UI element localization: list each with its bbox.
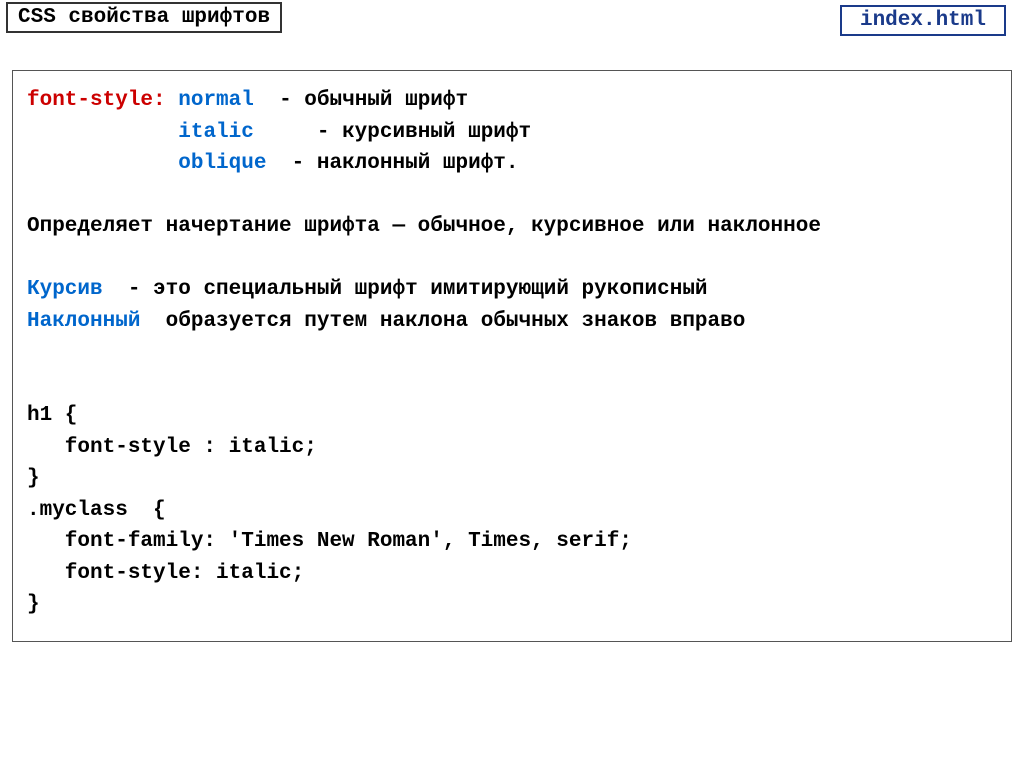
code-line: h1 { — [27, 404, 77, 427]
css-value-oblique: oblique — [178, 152, 266, 175]
code-line: font-family: 'Times New Roman', Times, s… — [27, 530, 632, 553]
code-line: font-style : italic; — [27, 436, 317, 459]
term-desc: образуется путем наклона обычных знаков … — [166, 310, 746, 333]
term-italic: Курсив — [27, 278, 103, 301]
value-desc: - обычный шрифт — [279, 89, 468, 112]
term-desc: - это специальный шрифт имитирующий руко… — [128, 278, 708, 301]
term-oblique: Наклонный — [27, 310, 140, 333]
value-desc: - курсивный шрифт — [317, 121, 531, 144]
css-property: font-style: — [27, 89, 166, 112]
filename-label: index.html — [840, 5, 1006, 36]
css-value-normal: normal — [178, 89, 254, 112]
css-value-italic: italic — [178, 121, 254, 144]
content-box: font-style: normal - обычный шрифт itali… — [12, 70, 1012, 642]
value-desc: - наклонный шрифт. — [292, 152, 519, 175]
slide-title: CSS свойства шрифтов — [6, 2, 282, 33]
code-line: } — [27, 593, 40, 616]
summary-line: Определяет начертание шрифта — обычное, … — [27, 215, 821, 238]
code-line: } — [27, 467, 40, 490]
code-line: font-style: italic; — [27, 562, 304, 585]
code-line: .myclass { — [27, 499, 166, 522]
